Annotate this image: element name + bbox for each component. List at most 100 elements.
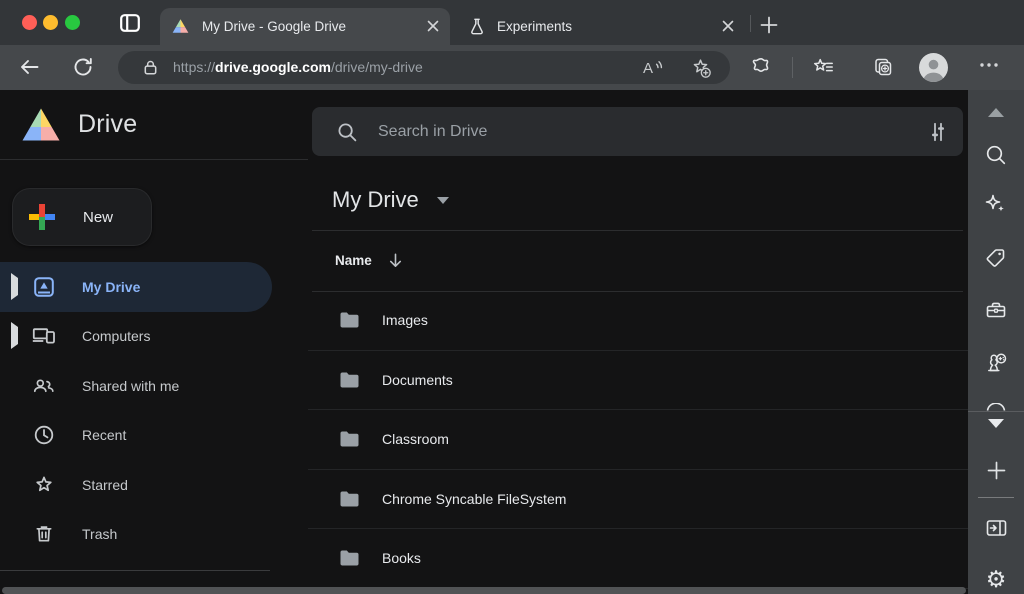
sort-arrow-down-icon[interactable]	[387, 252, 404, 269]
horizontal-scrollbar[interactable]	[2, 587, 966, 594]
starred-icon	[32, 473, 56, 497]
file-row[interactable]: Chrome Syncable FileSystem	[308, 470, 968, 530]
lock-icon[interactable]	[142, 59, 159, 76]
sidebar-item-shared-with-me[interactable]: Shared with me	[0, 361, 308, 411]
folder-name: Classroom	[382, 431, 449, 447]
refresh-button[interactable]	[72, 56, 94, 78]
collections-icon[interactable]	[872, 56, 894, 78]
my-drive-icon	[32, 275, 56, 299]
folder-name: Books	[382, 550, 421, 566]
sidebar-divider	[0, 570, 270, 571]
url-scheme: https://	[173, 59, 215, 75]
expand-arrow-icon[interactable]	[11, 327, 19, 345]
file-row[interactable]: Images	[308, 291, 968, 351]
search-options-icon[interactable]	[927, 121, 949, 143]
drive-sidebar: Drive New	[0, 90, 308, 594]
tab-title: My Drive - Google Drive	[202, 19, 346, 34]
sidebar-settings-icon[interactable]: ⚙	[968, 568, 1024, 591]
column-header-name[interactable]: Name	[335, 253, 372, 268]
drive-logo-icon[interactable]	[21, 107, 61, 142]
folder-icon	[339, 490, 360, 508]
workspaces-icon[interactable]	[120, 14, 140, 32]
folder-icon	[339, 549, 360, 567]
drive-nav: My Drive Computers	[0, 262, 308, 559]
sidebar-item-label: Shared with me	[82, 378, 179, 394]
always-show-sidebar-icon[interactable]	[968, 517, 1024, 539]
page-title-row[interactable]: My Drive	[332, 170, 449, 230]
search-input[interactable]	[378, 123, 927, 141]
sidebar-item-label: Trash	[82, 526, 117, 542]
new-button[interactable]: New	[12, 188, 152, 246]
navigation-toolbar: https://drive.google.com/drive/my-drive …	[0, 45, 1024, 90]
scroll-down-icon[interactable]	[968, 419, 1024, 428]
games-icon[interactable]	[968, 350, 1024, 376]
tab-title: Experiments	[497, 19, 572, 34]
column-header-row: Name	[335, 230, 404, 291]
sidebar-item-starred[interactable]: Starred	[0, 460, 308, 510]
close-window-button[interactable]	[22, 15, 37, 30]
divider	[312, 230, 963, 231]
drive-brand: Drive	[78, 110, 137, 139]
scroll-boundary-line	[968, 411, 1024, 412]
svg-text:A: A	[643, 60, 653, 77]
browser-essentials-icon[interactable]	[750, 56, 772, 78]
tab-experiments[interactable]: Experiments	[455, 8, 745, 45]
folder-name: Images	[382, 312, 428, 328]
address-bar[interactable]: https://drive.google.com/drive/my-drive …	[118, 51, 730, 84]
sidebar-item-label: Recent	[82, 427, 126, 443]
copilot-sparkle-icon[interactable]	[968, 192, 1024, 218]
file-list: Images Documents Classroom	[308, 291, 968, 589]
page-title: My Drive	[332, 187, 419, 213]
computers-icon	[32, 324, 56, 348]
folder-icon	[339, 311, 360, 329]
search-icon[interactable]	[337, 122, 357, 142]
add-sidebar-item-icon[interactable]	[968, 461, 1024, 480]
chevron-down-icon[interactable]	[437, 197, 449, 204]
shopping-tag-icon[interactable]	[968, 246, 1024, 270]
content-area: Drive New	[0, 90, 1024, 594]
sidebar-item-computers[interactable]: Computers	[0, 312, 308, 362]
search-bar[interactable]	[312, 107, 963, 156]
sidebar-search-icon[interactable]	[968, 143, 1024, 167]
settings-menu-icon[interactable]	[978, 61, 1000, 83]
shared-people-icon	[32, 374, 56, 398]
folder-name: Chrome Syncable FileSystem	[382, 491, 566, 507]
browser-window: My Drive - Google Drive Experiments	[0, 0, 1024, 594]
sidebar-item-recent[interactable]: Recent	[0, 411, 308, 461]
sidebar-divider	[978, 497, 1014, 498]
minimize-window-button[interactable]	[43, 15, 58, 30]
close-tab-icon[interactable]	[721, 19, 735, 33]
url-path: /drive/my-drive	[331, 59, 423, 75]
toolbar-separator	[792, 57, 793, 78]
sidebar-item-label: My Drive	[82, 279, 140, 295]
expand-arrow-icon[interactable]	[11, 278, 19, 296]
drive-header: Drive	[0, 90, 308, 160]
add-favorite-icon[interactable]	[690, 57, 711, 78]
file-row[interactable]: Classroom	[308, 410, 968, 470]
folder-icon	[339, 430, 360, 448]
tab-my-drive[interactable]: My Drive - Google Drive	[160, 8, 450, 45]
recent-clock-icon	[32, 423, 56, 447]
file-row[interactable]: Books	[308, 529, 968, 589]
read-aloud-icon[interactable]: A	[642, 57, 664, 78]
profile-avatar[interactable]	[919, 53, 948, 82]
scroll-up-icon[interactable]	[968, 108, 1024, 117]
close-tab-icon[interactable]	[426, 19, 440, 33]
folder-name: Documents	[382, 372, 453, 388]
back-button[interactable]	[18, 56, 40, 78]
url-host: drive.google.com	[215, 59, 331, 75]
file-row[interactable]: Documents	[308, 351, 968, 411]
new-button-label: New	[83, 209, 113, 226]
edge-sidebar: ⚙	[968, 90, 1024, 594]
tools-toolbox-icon[interactable]	[968, 298, 1024, 322]
favorites-icon[interactable]	[812, 56, 834, 78]
sidebar-item-my-drive[interactable]: My Drive	[0, 262, 272, 312]
drive-favicon-icon	[172, 18, 189, 34]
drive-main: My Drive Name	[308, 90, 968, 594]
zoom-window-button[interactable]	[65, 15, 80, 30]
folder-icon	[339, 371, 360, 389]
tab-bar: My Drive - Google Drive Experiments	[0, 0, 1024, 45]
sidebar-item-trash[interactable]: Trash	[0, 510, 308, 560]
drive-page: Drive New	[0, 90, 968, 594]
new-tab-button[interactable]	[760, 16, 778, 34]
